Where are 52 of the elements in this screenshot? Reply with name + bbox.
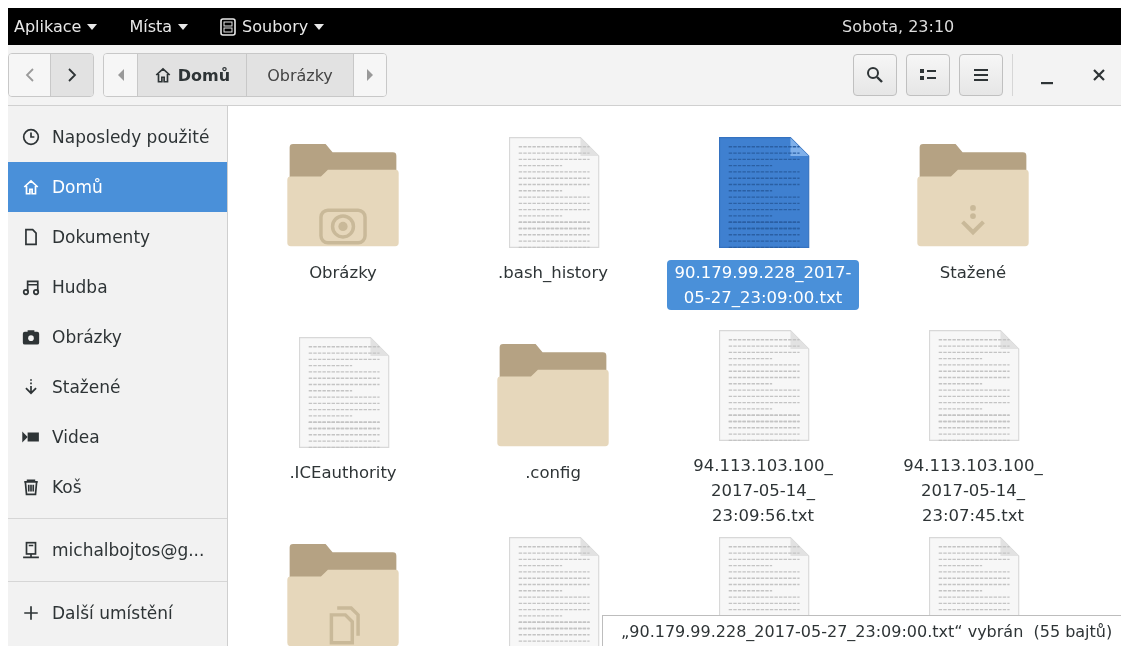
caret-icon (178, 23, 189, 30)
top-bar-menu[interactable]: Aplikace (14, 17, 98, 36)
download-emblem-icon (961, 205, 985, 236)
sidebar-item[interactable]: michalbojtos@g... (8, 525, 227, 575)
search-icon (866, 66, 884, 84)
sidebar-item[interactable]: Naposledy použité (8, 112, 227, 162)
home-icon (153, 66, 172, 84)
home-icon (22, 178, 40, 196)
clock[interactable]: Sobota, 23:10 (842, 17, 955, 36)
menu-icon (973, 68, 989, 82)
file-name[interactable]: 94.113.103.100_2017-05-14_23:09:56.txt (667, 453, 859, 528)
file-name[interactable]: 94.113.103.100_2017-05-14_23:07:45.txt (877, 453, 1069, 528)
sidebar-item[interactable]: Stažené (8, 362, 227, 412)
forward-button[interactable] (50, 54, 93, 96)
sidebar-item[interactable]: Obrázky (8, 312, 227, 362)
file-name[interactable]: .ICEauthority (285, 460, 401, 485)
camera-icon (22, 328, 40, 346)
sidebar-item[interactable]: Videa (8, 412, 227, 462)
caret-icon (87, 23, 98, 30)
status-message: „90.179.99.228_2017-05-27_23:09:00.txt“ vybrán (55 bajtů) (602, 615, 1121, 646)
plus-icon (22, 604, 40, 622)
triangle-right-icon (367, 69, 373, 81)
trash-icon (22, 478, 40, 496)
file-name[interactable]: Stažené (935, 260, 1011, 285)
minimize-icon (1041, 81, 1053, 85)
caret-icon (314, 23, 325, 30)
chevron-left-icon (24, 67, 35, 83)
file-name[interactable]: .config (521, 460, 585, 485)
sidebar-item[interactable]: Další umístění (8, 588, 227, 638)
music-icon (22, 278, 40, 296)
scroll-right-button[interactable] (353, 54, 386, 96)
sidebar-item[interactable]: Hudba (8, 262, 227, 312)
document-icon (22, 228, 40, 246)
file-name[interactable]: .bash_history (494, 260, 612, 285)
chevron-right-icon (67, 67, 77, 83)
path-segment[interactable]: Domů (137, 54, 246, 96)
file-name[interactable]: Obrázky (305, 260, 381, 285)
view-options-button[interactable] (906, 54, 950, 96)
close-icon (1093, 69, 1105, 81)
clock-icon (22, 128, 40, 146)
triangle-left-icon (117, 69, 124, 81)
search-button[interactable] (853, 54, 897, 96)
top-bar-menu[interactable]: Místa (129, 17, 189, 36)
documents-emblem-icon (329, 606, 360, 645)
camera-emblem-icon (319, 208, 367, 245)
list-view-icon (919, 68, 937, 82)
top-bar-menu[interactable]: Soubory (220, 17, 325, 36)
menu-button[interactable] (959, 54, 1003, 96)
sidebar-item[interactable]: Koš (8, 462, 227, 512)
sidebar-item[interactable]: Dokumenty (8, 212, 227, 262)
path-segment[interactable]: Obrázky (246, 54, 353, 96)
computer-icon (22, 541, 40, 559)
